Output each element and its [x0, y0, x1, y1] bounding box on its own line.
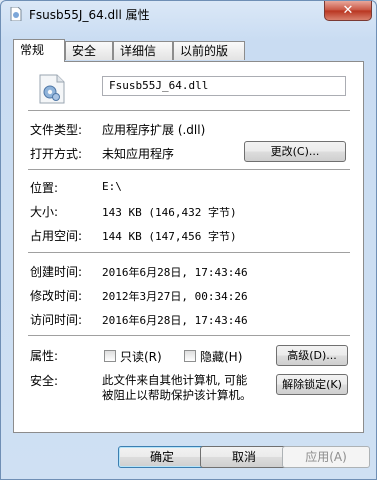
general-panel: Fsusb55J_64.dll 文件类型: 应用程序扩展 (.dll) 打开方式…	[13, 61, 364, 433]
advanced-button[interactable]: 高级(D)...	[276, 345, 348, 366]
close-icon: ✕	[342, 3, 354, 18]
properties-window: Fsusb55J_64.dll 属性 ✕ 常规 安全 详细信息 以前的版本 Fs…	[0, 0, 377, 480]
size-label: 大小:	[30, 205, 59, 219]
file-type-label: 文件类型:	[30, 123, 83, 137]
unblock-button[interactable]: 解除锁定(K)	[276, 374, 348, 395]
open-with-value: 未知应用程序	[102, 147, 175, 161]
apply-button[interactable]: 应用(A)	[282, 446, 370, 468]
readonly-label[interactable]: 只读(R)	[120, 348, 162, 365]
location-value: E:\	[102, 180, 122, 193]
security-label: 安全:	[30, 374, 59, 388]
divider	[28, 252, 350, 253]
size-value: 143 KB (146,432 字节)	[102, 206, 237, 219]
file-name-field[interactable]: Fsusb55J_64.dll	[102, 76, 346, 96]
modified-value: 2012年3月27日, 00:34:26	[102, 290, 248, 303]
window-title: Fsusb55J_64.dll 属性	[29, 8, 150, 22]
hidden-label[interactable]: 隐藏(H)	[200, 348, 242, 365]
title-bar[interactable]: Fsusb55J_64.dll 属性 ✕	[1, 1, 376, 27]
accessed-value: 2016年6月28日, 17:43:46	[102, 314, 248, 327]
hidden-checkbox[interactable]	[184, 350, 196, 362]
size-on-disk-value: 144 KB (147,456 字节)	[102, 230, 237, 243]
divider	[28, 169, 350, 170]
modified-label: 修改时间:	[30, 289, 83, 303]
divider	[28, 335, 350, 336]
open-with-label: 打开方式:	[30, 147, 83, 161]
cancel-button[interactable]: 取消	[200, 446, 288, 468]
file-type-value: 应用程序扩展 (.dll)	[102, 123, 206, 137]
created-label: 创建时间:	[30, 265, 83, 279]
security-text-line-1: 此文件来自其他计算机, 可能	[102, 373, 248, 387]
tab-previous-versions[interactable]: 以前的版本	[173, 41, 245, 77]
close-button[interactable]: ✕	[324, 1, 372, 21]
security-text-line-2: 被阻止以帮助保护该计算机。	[102, 388, 252, 402]
attributes-label: 属性:	[30, 349, 59, 363]
accessed-label: 访问时间:	[30, 313, 83, 327]
divider	[28, 110, 350, 111]
size-on-disk-label: 占用空间:	[30, 229, 83, 243]
tab-general[interactable]: 常规	[13, 39, 65, 62]
file-icon	[10, 7, 22, 21]
readonly-checkbox[interactable]	[104, 350, 116, 362]
change-button[interactable]: 更改(C)...	[244, 141, 346, 162]
location-label: 位置:	[30, 181, 59, 195]
dll-file-icon	[39, 74, 65, 104]
created-value: 2016年6月28日, 17:43:46	[102, 266, 248, 279]
ok-button[interactable]: 确定	[118, 446, 206, 468]
tab-details[interactable]: 详细信息	[113, 41, 173, 77]
tab-security[interactable]: 安全	[65, 41, 113, 60]
